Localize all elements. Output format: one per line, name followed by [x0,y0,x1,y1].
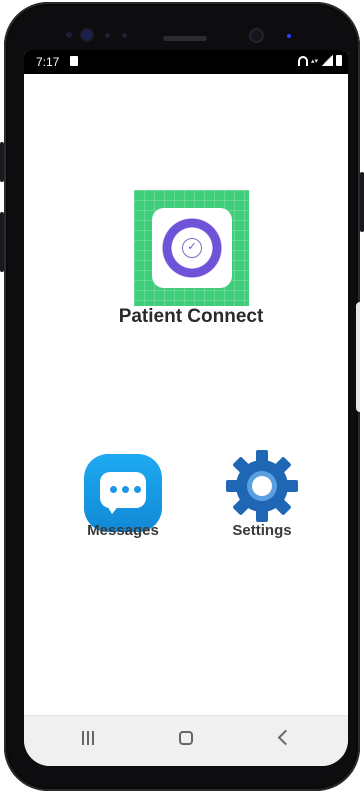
chat-bubble-icon [100,472,146,508]
selfie-camera-icon [251,30,262,41]
proximity-sensor-icon [105,33,110,38]
navigation-bar [24,715,348,766]
front-camera-icon [82,30,92,40]
battery-icon [336,55,342,66]
iris-sensor-icon [66,32,72,38]
status-bar: 7:17 ▴▾ [24,50,348,74]
patient-connect-app-icon[interactable]: ✓ [134,190,249,306]
home-icon[interactable] [179,731,193,745]
power-button [360,172,364,232]
typing-dots-icon [110,486,141,493]
light-sensor-icon [122,33,127,38]
bixby-button [0,212,4,272]
bubble-tail [106,504,120,514]
led-indicator-icon [287,34,291,38]
recents-icon[interactable] [82,731,94,745]
patient-connect-label[interactable]: Patient Connect [84,306,298,328]
wifi-icon [297,55,308,66]
ring-icon: ✓ [160,216,224,280]
status-time: 7:17 [36,55,60,69]
messages-app-icon[interactable] [84,454,162,532]
edge-panel-handle[interactable] [356,302,360,412]
settings-label[interactable]: Settings [208,522,316,539]
lte-icon: ▴▾ [310,57,318,65]
sim-card-icon [70,56,78,66]
back-icon[interactable] [277,729,294,746]
earpiece-speaker [163,36,207,41]
volume-button [0,142,4,182]
screen: 7:17 ▴▾ ✓ Patient Connect Messages Setti… [24,50,348,766]
check-icon: ✓ [182,238,202,258]
phone-frame: 7:17 ▴▾ ✓ Patient Connect Messages Setti… [0,2,364,791]
patient-connect-icon: ✓ [152,208,232,288]
settings-app-icon[interactable] [222,446,302,526]
signal-icon [321,55,333,66]
messages-label[interactable]: Messages [68,522,178,539]
status-icons: ▴▾ [297,55,342,66]
